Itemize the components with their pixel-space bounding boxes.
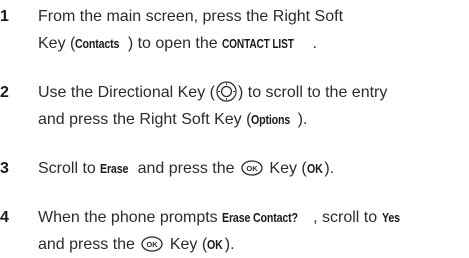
- ui-label-erase: Erase: [100, 161, 129, 176]
- ui-label-yes: Yes: [381, 210, 400, 225]
- ui-label-ok: OK: [306, 161, 323, 176]
- step-number: 2: [0, 84, 9, 101]
- svg-text:OK: OK: [246, 164, 258, 173]
- step-text: When the phone prompts Erase Contact?, s…: [38, 204, 469, 258]
- ui-label-erase-contact: Erase Contact?: [222, 210, 299, 225]
- step-number: 3: [0, 160, 9, 177]
- ok-key-icon: OK: [241, 160, 263, 176]
- step-text: Use the Directional Key () to scroll to …: [38, 79, 469, 133]
- step-text: From the main screen, press the Right So…: [38, 3, 469, 57]
- ok-key-icon: OK: [141, 236, 164, 252]
- ui-label-ok: OK: [207, 237, 223, 252]
- instruction-steps: 1 From the main screen, press the Right …: [0, 0, 469, 258]
- ui-label-contact-list: CONTACT LIST: [222, 36, 294, 51]
- ui-label-contacts: Contacts: [75, 36, 120, 51]
- step-number: 4: [0, 209, 9, 226]
- step-text: Scroll to Erase and press the OK Key (OK…: [38, 155, 469, 182]
- step-number: 1: [0, 8, 9, 25]
- directional-key-icon: [216, 81, 237, 102]
- svg-text:OK: OK: [147, 240, 159, 249]
- ui-label-options: Options: [251, 112, 291, 127]
